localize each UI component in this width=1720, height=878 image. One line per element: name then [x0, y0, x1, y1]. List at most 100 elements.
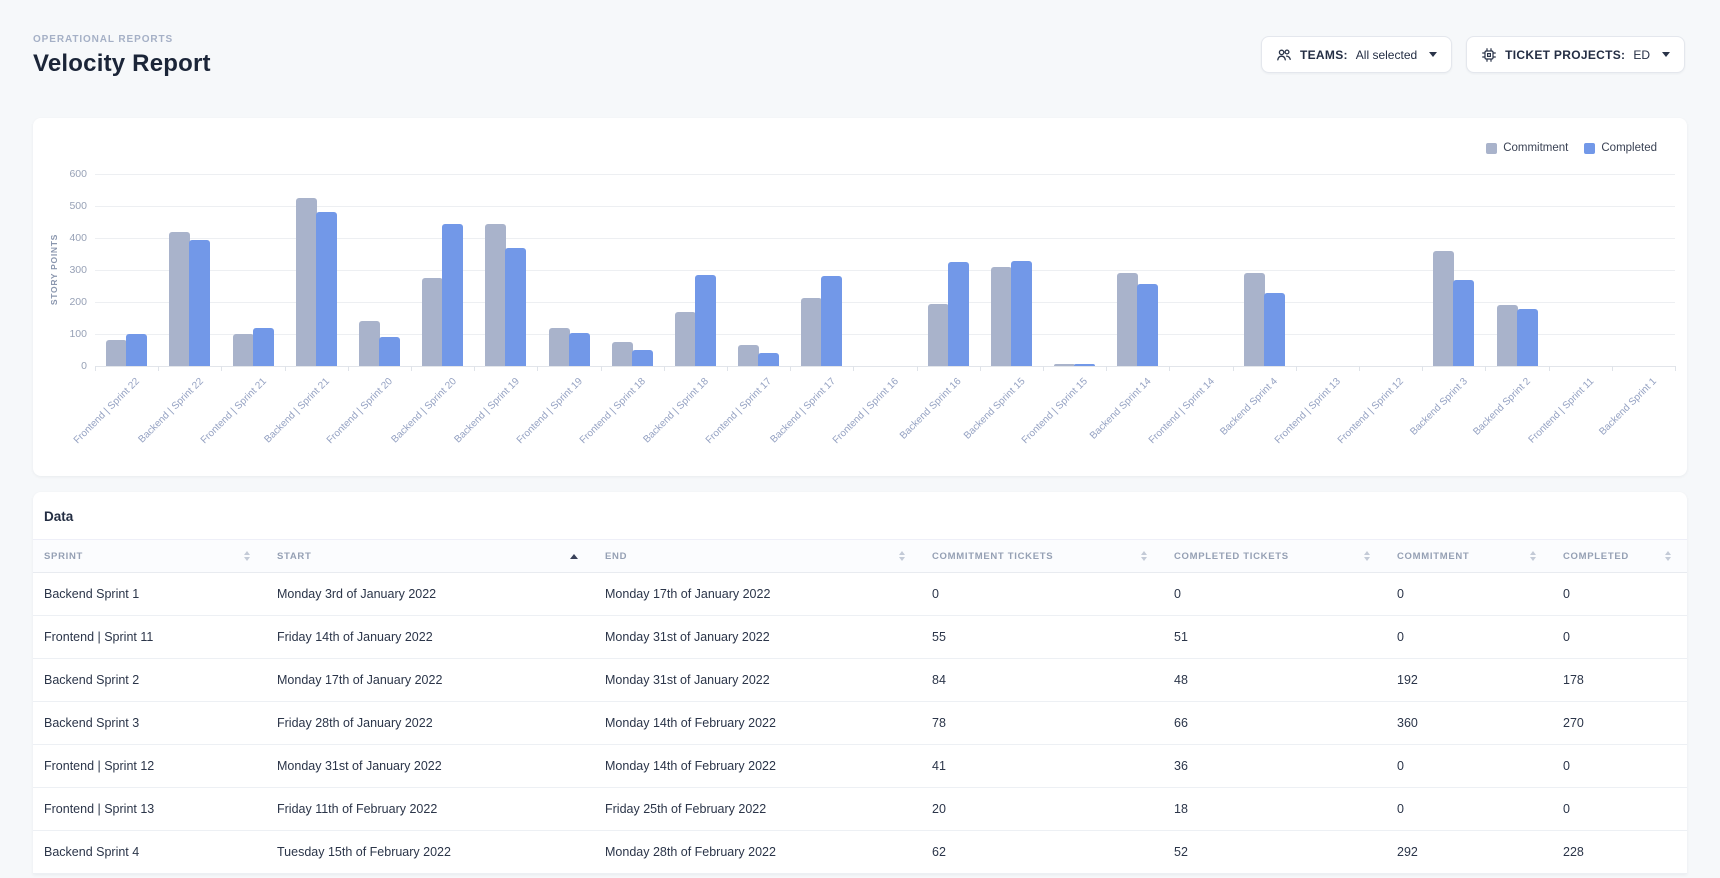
y-axis-tick-label: 400: [69, 232, 87, 244]
table-cell: 52: [1163, 830, 1386, 874]
column-header-inner: END: [594, 551, 921, 562]
completed-bar[interactable]: [821, 276, 843, 366]
column-header-inner: START: [266, 551, 594, 562]
column-header-label: END: [605, 550, 628, 562]
x-axis-tick: [1043, 366, 1044, 371]
completed-bar[interactable]: [189, 239, 211, 366]
column-header-commitment[interactable]: COMMITMENT: [1386, 539, 1552, 573]
legend-item-commitment[interactable]: Commitment: [1486, 142, 1568, 154]
table-cell: 270: [1552, 701, 1687, 745]
x-axis-tick: [1232, 366, 1234, 371]
commitment-bar[interactable]: [1054, 364, 1076, 366]
x-axis-tick: [95, 366, 96, 371]
completed-bar[interactable]: [1263, 293, 1285, 366]
completed-bar[interactable]: [378, 336, 400, 366]
completed-bar[interactable]: [1010, 261, 1032, 366]
commitment-bar[interactable]: [1243, 272, 1265, 366]
table-cell: 62: [921, 830, 1163, 874]
completed-bar[interactable]: [694, 274, 716, 366]
x-axis-tick: [1485, 366, 1487, 371]
column-header-end[interactable]: END: [594, 539, 921, 573]
completed-bar[interactable]: [947, 262, 969, 366]
x-axis-category-label: Backend Sprint 2: [1471, 376, 1533, 438]
table-cell: 360: [1386, 701, 1552, 745]
completed-bar[interactable]: [1074, 364, 1096, 366]
x-axis-tick: [600, 366, 602, 371]
completed-bar[interactable]: [126, 334, 148, 366]
completed-bar[interactable]: [568, 333, 590, 366]
sort-up-arrow: [1141, 551, 1147, 555]
completed-bar[interactable]: [758, 352, 780, 366]
column-header-start[interactable]: START: [266, 539, 594, 573]
table-cell: Friday 14th of January 2022: [266, 615, 594, 659]
table-cell: Backend Sprint 3: [33, 701, 266, 745]
table-cell: Frontend | Sprint 13: [33, 787, 266, 831]
y-axis-tick-label: 300: [69, 264, 87, 276]
y-axis-tick-label: 0: [81, 360, 87, 372]
table-cell: Tuesday 15th of February 2022: [266, 830, 594, 874]
commitment-bar[interactable]: [1117, 273, 1139, 366]
commitment-bar[interactable]: [422, 278, 444, 366]
table-row: Frontend | Sprint 11 Friday 14th of Janua…: [33, 615, 1687, 659]
table-cell: 0: [1552, 744, 1687, 788]
table-cell: Monday 31st of January 2022: [594, 658, 921, 702]
table-cell: 178: [1552, 658, 1687, 702]
legend-item-completed[interactable]: Completed: [1584, 142, 1657, 154]
x-axis-category-label: Backend | Sprint 17: [768, 376, 838, 446]
column-header-completed[interactable]: COMPLETED: [1552, 539, 1687, 573]
table-cell: Backend Sprint 4: [33, 830, 266, 874]
column-header-sprint[interactable]: SPRINT: [33, 539, 266, 573]
column-header-label: SPRINT: [44, 550, 84, 562]
completed-bar[interactable]: [442, 223, 464, 366]
completed-bar[interactable]: [505, 247, 527, 366]
x-axis-tick: [537, 366, 539, 371]
commitment-bar[interactable]: [106, 340, 128, 366]
commitment-bar[interactable]: [1433, 250, 1455, 366]
commitment-bar[interactable]: [548, 327, 570, 366]
commitment-bar[interactable]: [801, 298, 823, 366]
commitment-bar[interactable]: [1496, 304, 1518, 366]
x-axis-category-label: Frontend | Sprint 16: [830, 376, 901, 447]
commitment-bar[interactable]: [232, 334, 254, 366]
x-axis-category-label: Backend Sprint 15: [961, 376, 1028, 442]
table-cell: Friday 28th of January 2022: [266, 701, 594, 745]
commitment-bar[interactable]: [358, 321, 380, 366]
commitment-bar[interactable]: [927, 303, 949, 366]
y-axis-tick-label: 600: [69, 168, 87, 180]
commitment-bar[interactable]: [611, 342, 633, 366]
column-header-inner: COMPLETED TICKETS: [1163, 551, 1386, 562]
x-axis-tick: [916, 366, 918, 371]
commitment-bar[interactable]: [738, 345, 760, 366]
ticket-projects-filter-button[interactable]: TICKET PROJECTS: ED: [1466, 36, 1685, 73]
commitment-bar[interactable]: [295, 198, 317, 366]
x-axis-tick: [979, 366, 981, 371]
x-axis-category-label: Frontend | Sprint 18: [577, 376, 648, 447]
table-body: Backend Sprint 1 Monday 3rd of January 20…: [33, 572, 1687, 874]
table-cell: 0: [1386, 744, 1552, 788]
commitment-bar[interactable]: [169, 231, 191, 366]
sort-icon: [1665, 551, 1671, 561]
completed-bar[interactable]: [1137, 284, 1159, 366]
completed-bar[interactable]: [1516, 309, 1538, 366]
x-axis-category-label: Frontend | Sprint 20: [325, 376, 396, 447]
completed-bar[interactable]: [631, 350, 653, 366]
table-cell: 20: [921, 787, 1163, 831]
column-header-inner: SPRINT: [33, 551, 266, 562]
x-axis-tick: [663, 366, 665, 371]
commitment-bar[interactable]: [485, 223, 507, 366]
completed-bar[interactable]: [252, 327, 274, 366]
commitment-bar[interactable]: [674, 311, 696, 366]
sort-down-arrow: [1665, 557, 1671, 561]
completed-bar[interactable]: [315, 211, 337, 366]
commitment-bar[interactable]: [990, 266, 1012, 366]
legend-label: Completed: [1601, 142, 1657, 154]
column-header-completed-tickets[interactable]: COMPLETED TICKETS: [1163, 539, 1386, 573]
column-header-label: COMMITMENT: [1397, 550, 1470, 562]
x-axis-category-label: Frontend | Sprint 13: [1273, 376, 1344, 447]
completed-bar[interactable]: [1453, 279, 1475, 366]
x-axis-category-label: Frontend | Sprint 14: [1146, 376, 1217, 447]
column-header-commitment-tickets[interactable]: COMMITMENT TICKETS: [921, 539, 1163, 573]
teams-filter-button[interactable]: TEAMS: All selected: [1261, 36, 1453, 73]
table-cell: 66: [1163, 701, 1386, 745]
page-header: OPERATIONAL REPORTS Velocity Report TEAM…: [0, 0, 1720, 78]
